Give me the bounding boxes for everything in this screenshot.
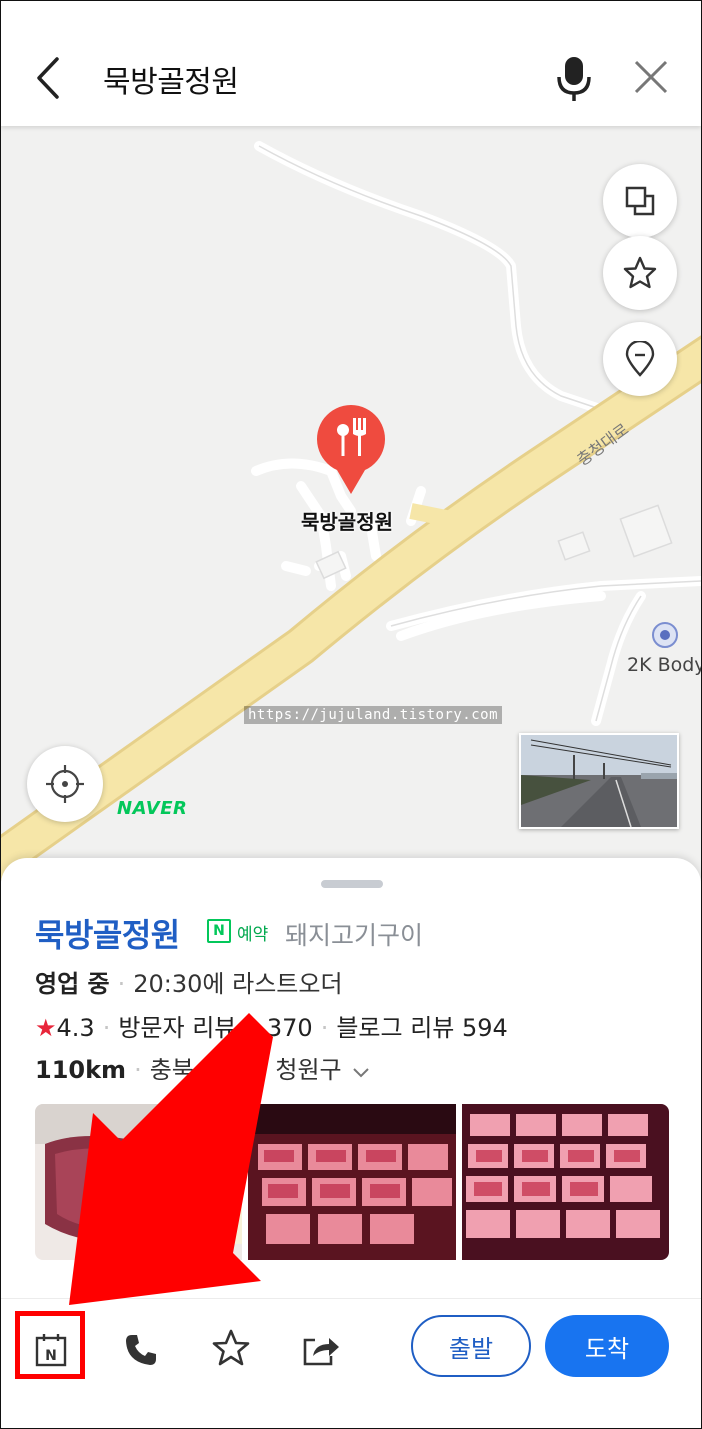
place-photo[interactable] bbox=[461, 1104, 669, 1260]
share-button[interactable] bbox=[299, 1328, 343, 1372]
business-status: 영업 중 bbox=[35, 970, 110, 998]
sheet-handle[interactable] bbox=[321, 880, 383, 888]
layers-button[interactable] bbox=[603, 164, 677, 238]
phone-screen: 묵방골정원 묵방골정원 충청대로 2K Body https://jujulan… bbox=[0, 0, 702, 1429]
share-icon bbox=[303, 1338, 339, 1366]
search-query[interactable]: 묵방골정원 bbox=[103, 57, 239, 101]
close-icon[interactable] bbox=[631, 57, 671, 97]
reserve-label[interactable]: 예약 bbox=[237, 920, 268, 945]
place-category: 돼지고기구이 bbox=[285, 921, 424, 950]
current-location-button[interactable] bbox=[27, 746, 103, 822]
watermark: https://jujuland.tistory.com bbox=[244, 706, 503, 724]
call-button[interactable] bbox=[119, 1328, 163, 1372]
location-pin-icon bbox=[625, 341, 655, 377]
naver-logo: NAVER bbox=[117, 798, 188, 819]
place-name[interactable]: 묵방골정원 bbox=[35, 910, 180, 956]
map-view[interactable]: 묵방골정원 충청대로 2K Body https://jujuland.tist… bbox=[1, 126, 701, 886]
restaurant-pin-icon[interactable] bbox=[313, 400, 389, 496]
annotation-highlight-box bbox=[15, 1311, 85, 1379]
poi-icon[interactable] bbox=[651, 621, 679, 649]
layers-icon bbox=[625, 186, 655, 216]
phone-icon bbox=[126, 1335, 156, 1365]
arrive-button[interactable]: 도착 bbox=[545, 1315, 669, 1377]
poi-label[interactable]: 2K Body bbox=[627, 654, 701, 676]
depart-button[interactable]: 출발 bbox=[411, 1315, 531, 1377]
map-place-label[interactable]: 묵방골정원 bbox=[301, 506, 393, 535]
star-icon bbox=[623, 256, 657, 289]
annotation-arrow bbox=[69, 1013, 273, 1305]
hours-row[interactable]: 영업 중 · 20:30에 라스트오더 bbox=[35, 964, 343, 999]
star-icon bbox=[212, 1329, 250, 1366]
save-button[interactable] bbox=[209, 1326, 253, 1370]
back-icon[interactable] bbox=[29, 53, 69, 103]
naver-booking-badge: N bbox=[207, 919, 231, 943]
last-order: 20:30에 라스트오더 bbox=[133, 970, 343, 998]
favorite-map-button[interactable] bbox=[603, 236, 677, 310]
place-pin-button[interactable] bbox=[603, 322, 677, 396]
search-bar: 묵방골정원 bbox=[1, 1, 701, 126]
chevron-down-icon bbox=[352, 1057, 370, 1085]
street-view-thumbnail[interactable] bbox=[519, 733, 679, 829]
blog-reviews[interactable]: 블로그 리뷰 594 bbox=[336, 1014, 507, 1042]
current-location-icon bbox=[46, 765, 84, 803]
microphone-icon[interactable] bbox=[553, 53, 595, 103]
